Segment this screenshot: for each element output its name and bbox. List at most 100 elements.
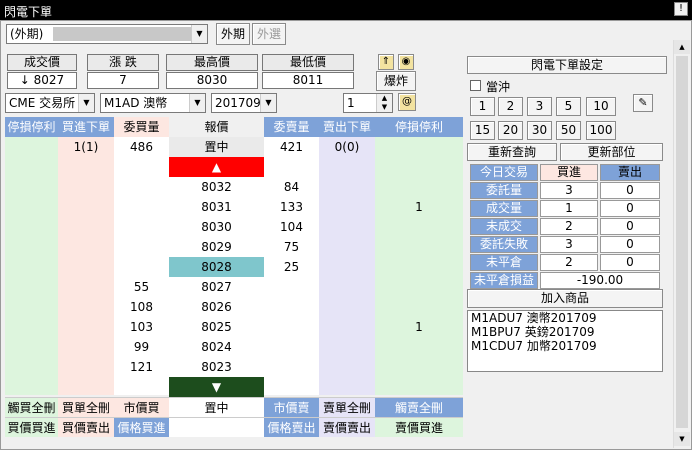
bid-qty-cell[interactable]: 55 <box>114 277 169 297</box>
hedge-checkbox[interactable] <box>470 80 481 91</box>
qty-preset-button[interactable]: 1 <box>470 97 495 116</box>
product-select[interactable]: M1AD 澳幣 ▼ <box>100 93 206 113</box>
bid-qty-cell[interactable] <box>114 217 169 237</box>
footer-action-button[interactable] <box>169 417 264 437</box>
chevron-down-icon: ▼ <box>78 94 94 112</box>
ask-qty-cell[interactable]: 25 <box>264 257 319 277</box>
table-header: 買進 <box>540 164 598 181</box>
price-cell[interactable]: 8031 <box>169 197 264 217</box>
exchange-value: CME 交易所 <box>9 96 76 110</box>
qty-preset-button[interactable]: 20 <box>498 121 523 140</box>
bid-qty-cell[interactable] <box>114 197 169 217</box>
list-item[interactable]: M1ADU7 澳幣201709 <box>468 311 662 325</box>
price-cell[interactable]: 8023 <box>169 357 264 377</box>
requery-button[interactable]: 重新查詢 <box>467 143 557 161</box>
price-cell[interactable]: 8024 <box>169 337 264 357</box>
bid-qty-cell[interactable]: 99 <box>114 337 169 357</box>
price-cell[interactable]: 8026 <box>169 297 264 317</box>
footer-action-button[interactable]: 觸買全刪 <box>5 397 58 417</box>
footer-action-button[interactable]: 買價賣出 <box>58 417 114 437</box>
stop-right-cell[interactable]: 1 <box>375 317 463 337</box>
ask-qty-cell[interactable]: 75 <box>264 237 319 257</box>
stop-right-cell[interactable] <box>375 277 463 297</box>
buy-order-count[interactable]: 1(1) <box>58 137 114 157</box>
stop-right-cell[interactable] <box>375 237 463 257</box>
qty-preset-button[interactable]: 2 <box>498 97 523 116</box>
stop-right-cell[interactable] <box>375 177 463 197</box>
price-cell[interactable]: 8029 <box>169 237 264 257</box>
ask-qty-cell[interactable] <box>264 317 319 337</box>
footer-action-button[interactable]: 賣價賣出 <box>319 417 375 437</box>
external-futures-button[interactable]: 外期 <box>216 23 250 45</box>
ask-qty-cell[interactable]: 104 <box>264 217 319 237</box>
exchange-select[interactable]: CME 交易所 ▼ <box>5 93 95 113</box>
footer-action-button[interactable]: 價格賣出 <box>264 417 319 437</box>
footer-action-button[interactable]: 置中 <box>169 397 264 417</box>
stat-label: 最高價 <box>166 54 258 71</box>
footer-action-button[interactable]: 賣單全刪 <box>319 397 375 417</box>
footer-action-button[interactable]: 市價買 <box>114 397 169 417</box>
ask-qty-cell[interactable] <box>264 277 319 297</box>
stop-right-cell[interactable] <box>375 297 463 317</box>
external-options-button[interactable]: 外選 <box>252 23 286 45</box>
footer-action-button[interactable]: 觸賣全刪 <box>375 397 463 417</box>
scrollbar[interactable]: ▲ ▼ <box>673 40 690 448</box>
scroll-up-icon[interactable]: ▲ <box>674 40 690 54</box>
stop-right-cell[interactable]: 1 <box>375 197 463 217</box>
add-product-button[interactable]: 加入商品 <box>467 289 663 308</box>
at-sign-icon[interactable]: @ <box>398 93 416 111</box>
explode-button[interactable]: 爆炸 <box>376 71 416 91</box>
scroll-down-icon[interactable]: ▼ <box>674 432 690 446</box>
bid-qty-cell[interactable] <box>114 177 169 197</box>
ask-qty-cell[interactable] <box>264 337 319 357</box>
price-cell[interactable]: 8028 <box>169 257 264 277</box>
price-cell[interactable]: 8032 <box>169 177 264 197</box>
footer-action-button[interactable]: 賣價買進 <box>375 417 463 437</box>
qty-preset-button[interactable]: 5 <box>556 97 581 116</box>
stop-right-cell[interactable] <box>375 217 463 237</box>
ask-qty-cell[interactable]: 133 <box>264 197 319 217</box>
chevron-up-icon[interactable]: ⇑ <box>378 54 394 70</box>
footer-action-button[interactable]: 買單全刪 <box>58 397 114 417</box>
footer-action-button[interactable]: 價格買進 <box>114 417 169 437</box>
stop-right-cell[interactable] <box>375 337 463 357</box>
scroll-down-button[interactable]: ▼ <box>169 377 264 397</box>
stop-right-cell[interactable] <box>375 257 463 277</box>
qty-preset-button[interactable]: 100 <box>586 121 616 140</box>
footer-action-button[interactable]: 買價買進 <box>5 417 58 437</box>
price-cell[interactable]: 8030 <box>169 217 264 237</box>
list-item[interactable]: M1CDU7 加幣201709 <box>468 339 662 353</box>
account-prefix: (外期) <box>10 27 44 41</box>
scroll-up-button[interactable]: ▲ <box>169 157 264 177</box>
qty-preset-button[interactable]: 10 <box>586 97 616 116</box>
ask-qty-cell[interactable] <box>264 357 319 377</box>
qty-preset-button[interactable]: 3 <box>527 97 552 116</box>
bid-qty-cell[interactable]: 108 <box>114 297 169 317</box>
eraser-icon[interactable]: ✎ <box>633 94 653 112</box>
month-select[interactable]: 201709 ▼ <box>211 93 277 113</box>
price-cell[interactable]: 8025 <box>169 317 264 337</box>
price-cell[interactable]: 8027 <box>169 277 264 297</box>
qty-preset-button[interactable]: 15 <box>470 121 495 140</box>
list-item[interactable]: M1BPU7 英鎊201709 <box>468 325 662 339</box>
bid-qty-cell[interactable]: 103 <box>114 317 169 337</box>
window-corner-button[interactable]: ! <box>674 2 688 16</box>
footer-action-button[interactable]: 市價賣 <box>264 397 319 417</box>
bid-qty-cell[interactable] <box>114 257 169 277</box>
settings-button[interactable]: 閃電下單設定 <box>467 56 667 74</box>
refresh-position-button[interactable]: 更新部位 <box>560 143 663 161</box>
qty-preset-button[interactable]: 50 <box>556 121 581 140</box>
spin-icon[interactable]: ▲ ▼ <box>376 94 392 112</box>
scroll-thumb[interactable] <box>676 56 688 428</box>
bid-qty-cell[interactable]: 121 <box>114 357 169 377</box>
qty-preset-button[interactable]: 30 <box>527 121 552 140</box>
stop-right-cell[interactable] <box>375 357 463 377</box>
ask-qty-cell[interactable] <box>264 297 319 317</box>
center-button[interactable]: 置中 <box>169 137 264 157</box>
eye-icon[interactable]: ◉ <box>398 54 414 70</box>
account-select[interactable]: (外期) ▼ <box>6 24 208 44</box>
quantity-stepper[interactable]: 1 ▲ ▼ <box>343 93 393 113</box>
bid-qty-cell[interactable] <box>114 237 169 257</box>
sell-order-count[interactable]: 0(0) <box>319 137 375 157</box>
ask-qty-cell[interactable]: 84 <box>264 177 319 197</box>
